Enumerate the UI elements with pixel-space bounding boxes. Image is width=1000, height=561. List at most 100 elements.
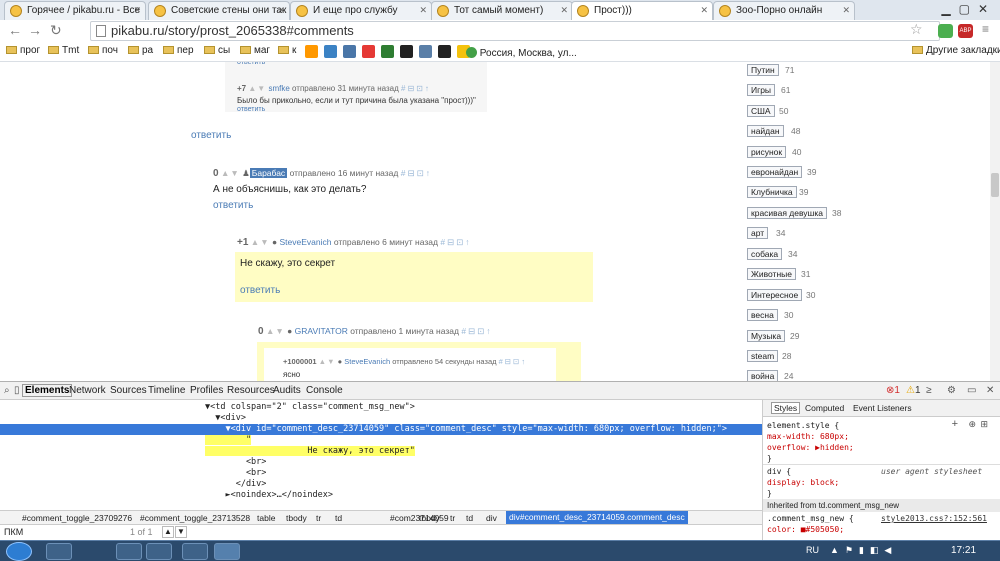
star-icon[interactable]: ☆: [910, 21, 923, 38]
tab-network[interactable]: Network: [69, 385, 106, 396]
close-icon[interactable]: ✕: [700, 2, 708, 19]
tag-link[interactable]: США: [747, 105, 775, 117]
tab-computed[interactable]: Computed: [805, 403, 844, 413]
bookmark-icon[interactable]: [324, 45, 337, 58]
tab-4[interactable]: Тот самый момент) ✕: [431, 1, 573, 20]
comment-actions-icon[interactable]: #⊟⊡↑: [499, 357, 528, 366]
bookmark-folder[interactable]: пер: [163, 45, 194, 56]
dom-line[interactable]: <br>: [0, 457, 762, 468]
chrome-icon[interactable]: [214, 543, 240, 560]
tag-link[interactable]: Игры: [747, 84, 776, 96]
forward-icon[interactable]: →: [28, 22, 42, 38]
reply-link[interactable]: ответить: [191, 130, 231, 141]
breadcrumb-item[interactable]: #comment_toggle_23709276: [22, 513, 132, 523]
tab-1[interactable]: Горячее / pikabu.ru - Все ✕: [4, 1, 146, 20]
explorer-icon[interactable]: [146, 543, 172, 560]
dom-line[interactable]: </div>: [0, 479, 762, 490]
breadcrumb-item[interactable]: #comment_toggle_23713528: [140, 513, 250, 523]
tag-link[interactable]: война: [747, 370, 779, 381]
dom-line[interactable]: ▼<td colspan="2" class="comment_msg_new"…: [0, 402, 762, 413]
comment-actions-icon[interactable]: #⊟⊡↑: [401, 168, 432, 178]
breadcrumb-item[interactable]: tbody: [419, 513, 440, 523]
close-icon[interactable]: ✕: [986, 385, 994, 396]
source-link[interactable]: style2013.css?:152:561: [881, 514, 987, 523]
chevron-down-icon[interactable]: ▼: [175, 526, 187, 538]
comment-actions-icon[interactable]: #⊟⊡↑: [461, 326, 492, 336]
tab-resources[interactable]: Resources: [227, 385, 275, 396]
style-property[interactable]: max-width: 680px;: [767, 432, 849, 441]
close-icon[interactable]: ✕: [419, 2, 427, 19]
scrollbar-thumb[interactable]: [991, 173, 999, 197]
vote-arrows-icon[interactable]: ▲▼: [319, 357, 336, 366]
tag-link[interactable]: евронайдан: [747, 166, 803, 178]
tab-event-listeners[interactable]: Event Listeners: [853, 403, 912, 413]
search-input[interactable]: ПКМ: [4, 527, 23, 537]
dock-icon[interactable]: ▭: [967, 385, 976, 396]
clock[interactable]: 17:21: [951, 545, 976, 556]
dom-line[interactable]: <br>: [0, 468, 762, 479]
dom-line-selected[interactable]: ▼<div id="comment_desc_23714059" class="…: [0, 424, 762, 435]
style-property[interactable]: color: ■#505050;: [767, 525, 844, 534]
tag-link[interactable]: Клубничка: [747, 186, 797, 198]
bookmark-folder[interactable]: к: [278, 45, 296, 56]
dom-line[interactable]: ▼<div>: [0, 413, 762, 424]
app-icon[interactable]: [182, 543, 208, 560]
dom-line[interactable]: ": [0, 435, 762, 446]
breadcrumb-item[interactable]: div: [486, 513, 497, 523]
gear-icon[interactable]: ⚙: [947, 385, 956, 396]
tab-5-active[interactable]: Прост))) ✕: [571, 1, 713, 20]
console-icon[interactable]: ≥: [926, 385, 932, 396]
menu-icon[interactable]: ≡: [982, 22, 989, 36]
close-icon[interactable]: ✕: [133, 2, 141, 19]
extension-icon[interactable]: [938, 24, 953, 38]
breadcrumb-item[interactable]: tr: [450, 513, 455, 523]
url-bar[interactable]: pikabu.ru/story/prost_2065338#comments: [90, 21, 940, 41]
start-button[interactable]: [6, 542, 32, 561]
tab-2[interactable]: Советские стены они так ✕: [148, 1, 290, 20]
tray-icons[interactable]: ▲⚑▮◧◀: [830, 545, 897, 556]
add-rule-icon[interactable]: +: [952, 418, 958, 430]
bookmark-folder[interactable]: ра: [128, 45, 153, 56]
tag-link[interactable]: Интересное: [747, 289, 803, 301]
tag-link[interactable]: весна: [747, 309, 778, 321]
tag-link[interactable]: найдан: [747, 125, 784, 137]
back-icon[interactable]: ←: [8, 22, 22, 38]
torrent-icon[interactable]: [116, 543, 142, 560]
comment-actions-icon[interactable]: #⊟⊡↑: [440, 237, 471, 247]
bookmark-map[interactable]: Россия, Москва, ул...: [466, 45, 577, 59]
comment-author[interactable]: GRAVITATOR: [295, 326, 348, 336]
breadcrumb-item[interactable]: td: [466, 513, 473, 523]
filter-icon[interactable]: ⊞: [980, 419, 988, 430]
youtube-icon[interactable]: [362, 45, 375, 58]
tag-link[interactable]: арт: [747, 227, 769, 239]
comment-author[interactable]: SteveEvanich: [344, 357, 390, 366]
language-indicator[interactable]: RU: [806, 545, 819, 555]
tab-timeline[interactable]: Timeline: [148, 385, 185, 396]
tab-elements[interactable]: Elements: [22, 384, 73, 397]
tag-link[interactable]: Животные: [747, 268, 796, 280]
toggle-state-icon[interactable]: ⊕: [968, 419, 976, 430]
error-count[interactable]: ⊗1: [886, 385, 900, 396]
reply-link[interactable]: ответить: [237, 106, 265, 113]
dom-line[interactable]: ►<noindex>…</noindex>: [0, 490, 762, 501]
bookmark-folder[interactable]: маг: [240, 45, 270, 56]
vote-arrows-icon[interactable]: ▲▼: [251, 237, 270, 247]
breadcrumb-item[interactable]: table: [257, 513, 275, 523]
vote-arrows-icon[interactable]: ▲▼: [221, 168, 240, 178]
close-icon[interactable]: ✕: [842, 2, 850, 19]
reload-icon[interactable]: ↻: [50, 22, 62, 39]
tag-link[interactable]: Путин: [747, 64, 779, 76]
breadcrumb-item[interactable]: tr: [316, 513, 321, 523]
bookmark-icon[interactable]: [400, 45, 413, 58]
device-icon[interactable]: ▯: [14, 385, 20, 396]
bookmark-folder[interactable]: поч: [88, 45, 118, 56]
tab-3[interactable]: И еще про службу ✕: [290, 1, 432, 20]
tag-link[interactable]: рисунок: [747, 146, 787, 158]
bookmark-icon[interactable]: [381, 45, 394, 58]
tag-link[interactable]: steam: [747, 350, 779, 362]
reply-link[interactable]: ответить: [240, 285, 280, 296]
page-scrollbar[interactable]: [990, 62, 1000, 381]
style-property[interactable]: display: block;: [767, 478, 839, 487]
reply-link[interactable]: ответить: [237, 62, 265, 66]
comment-actions-icon[interactable]: #⊟⊡↑: [401, 84, 431, 93]
